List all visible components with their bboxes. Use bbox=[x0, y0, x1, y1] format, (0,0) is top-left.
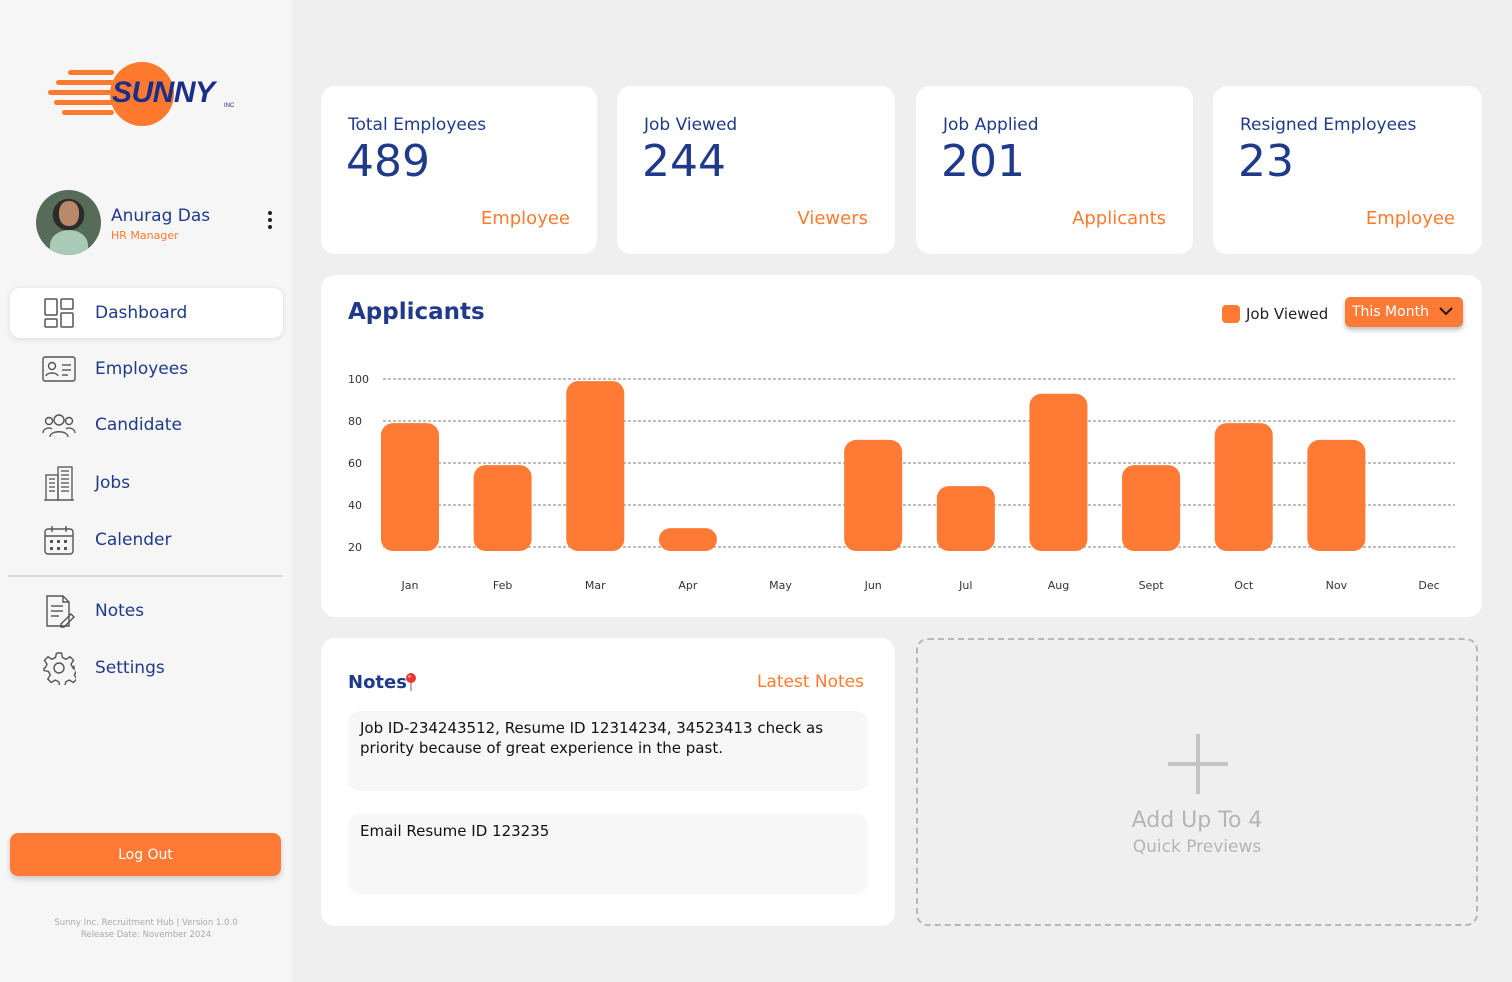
bar-nov[interactable] bbox=[1307, 439, 1366, 551]
stat-value: 244 bbox=[642, 136, 726, 187]
building-icon bbox=[42, 466, 76, 501]
sidebar: SUNNY INC Anurag Das HR Manager Dashboar… bbox=[0, 0, 292, 982]
stat-value: 23 bbox=[1238, 136, 1294, 187]
logo-suffix: INC bbox=[224, 103, 235, 109]
x-tick-label: Mar bbox=[585, 579, 606, 592]
nav-notes-label: Notes bbox=[95, 601, 145, 621]
nav-calender-label: Calender bbox=[95, 530, 172, 550]
stat-unit: Viewers bbox=[797, 208, 868, 229]
version-info: Sunny Inc. Recruitment Hub | Version 1.0… bbox=[0, 917, 292, 941]
nav-dashboard[interactable]: Dashboard bbox=[10, 288, 283, 338]
x-tick-label: Apr bbox=[678, 579, 698, 592]
stat-title: Resigned Employees bbox=[1240, 115, 1417, 135]
dashboard-icon bbox=[42, 296, 76, 330]
quick-preview-title: Add Up To 4 bbox=[1131, 808, 1263, 833]
bar-chart: 100 80 60 40 20 Jan Feb Mar Apr May Jun Jul Aug Sept O… bbox=[348, 373, 1455, 592]
notes-icon bbox=[42, 594, 76, 628]
stat-card-job-applied[interactable]: Job Applied 201 Applicants bbox=[916, 86, 1193, 254]
add-quick-preview[interactable]: Add Up To 4 Quick Previews bbox=[916, 638, 1478, 926]
stat-title: Job Applied bbox=[943, 115, 1039, 135]
latest-notes-link[interactable]: Latest Notes bbox=[757, 672, 864, 692]
logo-wordmark: SUNNY bbox=[112, 76, 215, 109]
user-profile: Anurag Das HR Manager bbox=[36, 190, 286, 256]
bar-feb[interactable] bbox=[473, 465, 532, 551]
x-tick-label: Dec bbox=[1418, 579, 1439, 592]
stat-unit: Employee bbox=[1365, 208, 1455, 229]
stat-title: Job Viewed bbox=[644, 115, 738, 135]
x-tick-label: Jun bbox=[864, 579, 882, 592]
sunny-logo[interactable]: SUNNY INC bbox=[48, 58, 248, 134]
applicants-chart-card: Applicants Job Viewed This Month 100 80 60… bbox=[321, 275, 1482, 617]
stat-card-total-employees[interactable]: Total Employees 489 Employee bbox=[321, 86, 597, 254]
x-tick-label: Nov bbox=[1326, 579, 1348, 592]
nav-jobs-label: Jobs bbox=[95, 473, 131, 493]
nav-notes[interactable]: Notes bbox=[10, 586, 283, 636]
nav-calender[interactable]: Calender bbox=[10, 515, 283, 565]
y-tick-label: 20 bbox=[348, 541, 362, 554]
quick-preview-subtitle: Quick Previews bbox=[1132, 837, 1262, 857]
x-tick-label: Oct bbox=[1234, 579, 1254, 592]
nav-candidate[interactable]: Candidate bbox=[10, 400, 283, 450]
stat-value: 489 bbox=[346, 136, 430, 187]
stat-unit: Applicants bbox=[1072, 208, 1166, 229]
calendar-icon bbox=[42, 523, 76, 557]
x-tick-label: May bbox=[769, 579, 792, 592]
bar-jan[interactable] bbox=[381, 423, 439, 551]
bar-mar[interactable] bbox=[566, 381, 625, 551]
bar-jul[interactable] bbox=[936, 486, 995, 551]
stat-card-resigned-employees[interactable]: Resigned Employees 23 Employee bbox=[1213, 86, 1482, 254]
nav-employees[interactable]: Employees bbox=[10, 344, 283, 394]
nav-settings-label: Settings bbox=[95, 658, 165, 678]
version-line: Sunny Inc. Recruitment Hub | Version 1.0… bbox=[54, 918, 238, 928]
y-tick-label: 40 bbox=[348, 499, 362, 512]
gear-icon bbox=[42, 651, 76, 685]
stat-value: 201 bbox=[941, 136, 1025, 187]
notes-title: Notes bbox=[348, 672, 407, 693]
y-tick-label: 100 bbox=[348, 373, 369, 386]
stat-unit: Employee bbox=[480, 208, 570, 229]
note-item[interactable]: Email Resume ID 123235 bbox=[348, 814, 868, 894]
y-tick-label: 60 bbox=[348, 457, 362, 470]
x-tick-label: Jan bbox=[401, 579, 419, 592]
more-options-icon[interactable] bbox=[264, 210, 276, 232]
user-name: Anurag Das bbox=[111, 206, 211, 226]
bar-apr[interactable] bbox=[658, 528, 717, 551]
bar-sept[interactable] bbox=[1122, 465, 1181, 551]
notes-card: Notes Latest Notes Job ID-234243512, Res… bbox=[321, 638, 895, 926]
nav-settings[interactable]: Settings bbox=[10, 643, 283, 693]
note-item[interactable]: Job ID-234243512, Resume ID 12314234, 34… bbox=[348, 711, 868, 791]
bar-aug[interactable] bbox=[1029, 393, 1088, 551]
x-tick-label: Jul bbox=[958, 579, 972, 592]
x-tick-label: Aug bbox=[1048, 579, 1069, 592]
plus-icon bbox=[1168, 734, 1228, 794]
user-role: HR Manager bbox=[111, 229, 179, 242]
x-tick-label: Sept bbox=[1139, 579, 1165, 592]
nav-divider bbox=[8, 575, 282, 577]
id-card-icon bbox=[42, 352, 76, 386]
users-icon bbox=[42, 408, 76, 442]
bar-oct[interactable] bbox=[1214, 423, 1273, 551]
stat-card-job-viewed[interactable]: Job Viewed 244 Viewers bbox=[617, 86, 895, 254]
stat-title: Total Employees bbox=[348, 115, 487, 135]
x-tick-label: Feb bbox=[493, 579, 512, 592]
pin-icon bbox=[406, 673, 416, 691]
nav-dashboard-label: Dashboard bbox=[95, 303, 188, 323]
release-date: Release Date: November 2024 bbox=[80, 930, 212, 940]
nav-jobs[interactable]: Jobs bbox=[10, 458, 283, 508]
y-tick-label: 80 bbox=[348, 415, 362, 428]
nav-candidate-label: Candidate bbox=[95, 415, 182, 435]
avatar[interactable] bbox=[36, 190, 101, 255]
bar-jun[interactable] bbox=[844, 439, 903, 551]
nav-employees-label: Employees bbox=[95, 359, 189, 379]
logout-button[interactable]: Log Out bbox=[10, 833, 281, 876]
